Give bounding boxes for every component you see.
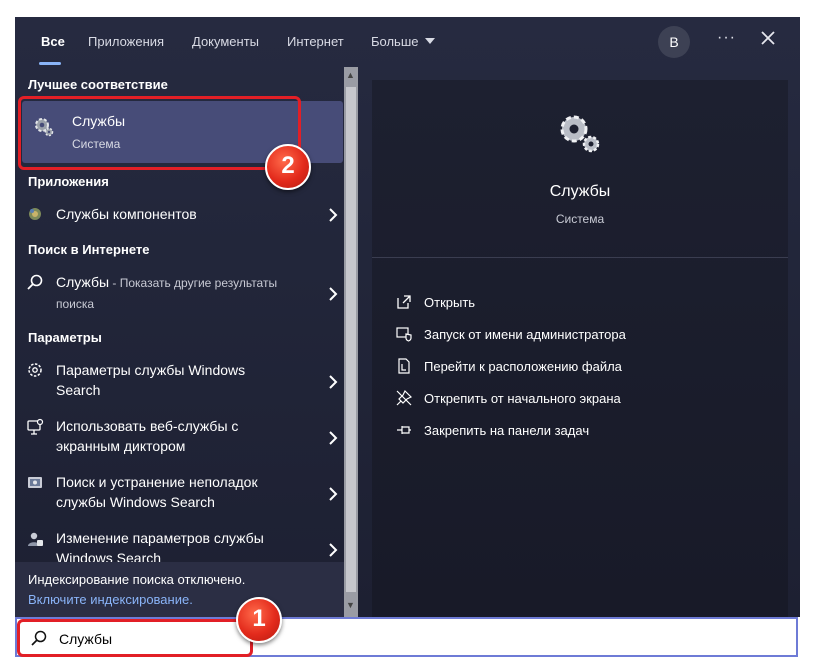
chevron-right-icon[interactable] [328, 487, 338, 501]
tab-all[interactable]: Все [41, 34, 65, 54]
file-location-icon [398, 358, 410, 374]
app-item-label: Службы компонентов [56, 206, 197, 222]
step-badge-1: 1 [236, 597, 282, 643]
avatar[interactable]: В [658, 26, 690, 58]
pin-icon [397, 426, 411, 434]
results-scrollbar[interactable]: ▲ ▼ [344, 67, 358, 617]
chevron-right-icon[interactable] [328, 208, 338, 222]
preview-panel: Службы Система Открыть Запуск от имени а… [372, 80, 788, 617]
settings-item-line1: Поиск и устранение неполадок [56, 474, 258, 490]
unpin-icon [396, 390, 412, 406]
best-match-highlight [18, 96, 301, 170]
settings-item-label: Параметры службы Windows Search [56, 360, 245, 400]
settings-item-label: Поиск и устранение неполадок службы Wind… [56, 472, 258, 512]
search-icon [27, 274, 43, 290]
action-label: Перейти к расположению файла [424, 359, 622, 374]
action-label: Закрепить на панели задач [424, 423, 590, 438]
close-icon[interactable] [759, 29, 777, 47]
settings-item-line1: Параметры службы Windows [56, 362, 246, 378]
shield-icon [396, 327, 412, 342]
user-settings-icon [28, 532, 43, 546]
preview-divider [372, 257, 788, 258]
action-label: Открепить от начального экрана [424, 391, 621, 406]
settings-item-line1: Изменение параметров службы [56, 530, 264, 546]
settings-item-line2: службы Windows Search [56, 494, 215, 510]
section-best-match: Лучшее соответствие [28, 77, 168, 92]
services-large-gear-icon [560, 115, 600, 153]
open-icon [397, 295, 411, 309]
section-web: Поиск в Интернете [28, 242, 150, 257]
scroll-up-icon[interactable]: ▲ [346, 70, 355, 80]
web-search-hint: - Показать другие результаты [109, 276, 278, 290]
section-apps: Приложения [28, 174, 109, 189]
scroll-down-icon[interactable]: ▼ [346, 600, 355, 610]
indexing-status: Индексирование поиска отключено. Включит… [15, 562, 344, 617]
settings-item-line2: Search [56, 382, 101, 398]
scrollbar-thumb[interactable] [346, 87, 356, 592]
more-options-icon[interactable]: ··· [717, 29, 736, 47]
troubleshoot-icon [28, 477, 42, 488]
tab-internet[interactable]: Интернет [287, 34, 344, 54]
caret-down-icon [425, 38, 436, 44]
chevron-right-icon[interactable] [328, 375, 338, 389]
top-nav: Все Приложения Документы Интернет Больше… [15, 17, 800, 67]
web-search-label: Службы - Показать другие результаты поис… [56, 272, 277, 314]
step-badge-2: 2 [265, 144, 311, 190]
preview-title: Службы [549, 183, 611, 200]
chevron-right-icon[interactable] [328, 287, 338, 301]
tab-apps[interactable]: Приложения [88, 34, 164, 54]
tab-more[interactable]: Больше [371, 34, 436, 54]
preview-subtitle: Система [555, 212, 605, 226]
tab-more-label: Больше [371, 34, 419, 49]
chevron-right-icon[interactable] [328, 431, 338, 445]
web-search-term: Службы [56, 274, 110, 290]
action-label: Запуск от имени администратора [424, 327, 626, 342]
component-services-icon [29, 208, 41, 220]
web-search-hint-line2: поиска [56, 297, 95, 311]
indexing-status-text: Индексирование поиска отключено. [28, 572, 246, 587]
narrator-icon [27, 418, 44, 435]
settings-item-line1: Использовать веб-службы с [56, 418, 239, 434]
section-settings: Параметры [28, 330, 102, 345]
enable-indexing-link[interactable]: Включите индексирование. [28, 592, 193, 607]
action-label: Открыть [424, 295, 476, 310]
tab-all-underline [39, 62, 61, 65]
settings-item-label: Использовать веб-службы с экранным дикто… [56, 416, 238, 456]
chevron-right-icon[interactable] [328, 543, 338, 557]
tab-documents[interactable]: Документы [192, 34, 259, 54]
search-highlight [17, 619, 253, 657]
settings-item-line2: экранным диктором [56, 438, 186, 454]
gear-icon [28, 363, 42, 377]
